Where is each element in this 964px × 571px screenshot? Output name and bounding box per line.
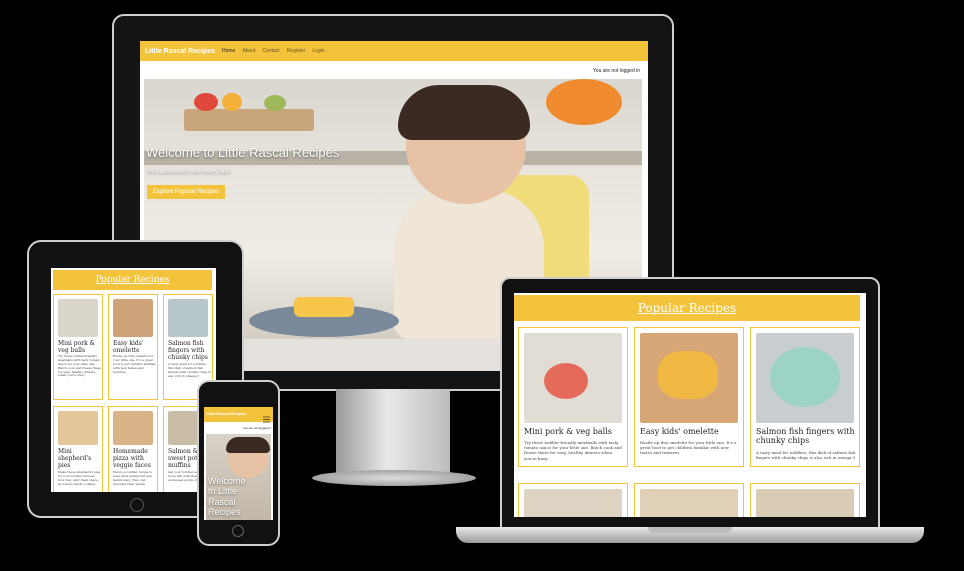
phone-hero: Welcome to Little Rascal Recipes [206,434,271,520]
phone-brand[interactable]: Little Rascal Recipes [206,411,246,416]
navbar: Little Rascal Recipes Home About Contact… [140,41,648,61]
omelette [658,351,718,399]
laptop-screen: Popular Recipes Mini pork & veg balls Tr… [514,293,866,517]
laptop-notch [648,527,732,533]
recipe-title: Homemade pizza with veggie faces [113,448,151,469]
recipe-card[interactable]: Easy kids' omelette Rustle up this omele… [634,327,744,467]
nav-links: Home About Contact Register Login [222,48,325,54]
food-on-plate [294,297,354,317]
recipe-image [524,333,622,423]
phone-login-status: You are not logged in [242,426,271,430]
nav-login[interactable]: Login [312,48,324,54]
recipe-image [113,299,153,337]
hamburger-icon[interactable] [263,410,270,423]
recipe-desc: Try these toddler-friendly meatballs wit… [58,354,102,378]
nav-home[interactable]: Home [222,48,235,54]
popular-heading: Popular Recipes [53,270,212,290]
recipe-desc: Make these shepherd's pies for your todd… [58,470,101,486]
recipe-image [756,489,854,517]
popular-heading: Popular Recipes [514,295,860,321]
nav-about[interactable]: About [242,48,255,54]
monitor-foot [312,470,476,486]
brand-link[interactable]: Little Rascal Recipes [140,48,215,55]
phone-navbar: Little Rascal Recipes [204,407,273,423]
recipe-card[interactable] [518,483,628,517]
recipe-card[interactable] [750,483,860,517]
recipe-title: Mini shepherd's pies [58,448,92,469]
child-hair [398,85,530,140]
recipe-card[interactable]: Salmon fish fingers with chunky chips A … [750,327,860,467]
recipe-desc: Try these toddler-friendly meatballs wit… [524,440,622,461]
recipe-desc: Rustle up this omelette for your little … [113,354,156,374]
recipe-title: Salmon fish fingers with chunky chips [168,340,208,361]
recipe-title: Easy kids' omelette [640,427,719,436]
hero-subtitle: Mini adventures with every bite! [147,169,232,175]
phone-hero-title: Welcome to Little Rascal Recipes [208,476,246,518]
tablet-screen: Popular Recipes Mini pork & veg balls Tr… [51,268,216,492]
food-bowl [544,363,588,399]
recipe-image [756,333,854,423]
recipe-card[interactable]: Mini pork & veg balls Try these toddler-… [518,327,628,467]
cutting-board [184,109,314,131]
pumpkin [546,79,622,125]
recipe-card[interactable] [634,483,744,517]
recipe-desc: A tasty meal for toddlers, this dish of … [168,362,211,378]
login-status: You are not logged in [592,68,640,74]
recipe-image [168,299,208,337]
recipe-image [640,489,738,517]
nav-contact[interactable]: Contact [262,48,279,54]
hero-title: Welcome to Little Rascal Recipes [146,145,340,160]
home-button[interactable] [130,498,144,512]
recipe-card[interactable]: Homemade pizza with veggie faces Here's … [108,406,158,492]
recipe-desc: A tasty meal for toddlers, this dish of … [756,450,856,461]
explore-button[interactable]: Explore Popular Recipes [147,185,226,199]
phone-screen: Little Rascal Recipes You are not logged… [204,407,273,520]
recipe-desc: Here's a toddler recipe to keep little b… [113,470,153,486]
recipe-image [640,333,738,423]
recipe-card[interactable]: Easy kids' omelette Rustle up this omele… [108,294,158,400]
phone-home-button[interactable] [232,525,244,537]
recipe-image [524,489,622,517]
recipe-title: Mini pork & veg balls [58,340,95,354]
phone-device: Little Rascal Recipes You are not logged… [197,380,280,546]
fruit-green [264,95,286,111]
recipe-image [58,299,98,337]
recipe-title: Easy kids' omelette [113,340,144,354]
fruit-orange [222,93,242,111]
laptop-device: Popular Recipes Mini pork & veg balls Tr… [500,277,880,529]
recipe-title: Mini pork & veg balls [524,427,612,436]
recipe-image [113,411,153,445]
recipe-card[interactable]: Mini pork & veg balls Try these toddler-… [53,294,103,400]
recipe-card[interactable]: Mini shepherd's pies Make these shepherd… [53,406,103,492]
nav-register[interactable]: Register [287,48,306,54]
monitor-stand [336,389,450,475]
recipe-title: Salmon fish fingers with chunky chips [756,427,855,446]
child-hair [226,437,270,453]
recipe-desc: Rustle up this omelette for your little … [640,440,737,456]
recipe-image [58,411,98,445]
plate [770,347,840,407]
fruit-red [194,93,218,111]
